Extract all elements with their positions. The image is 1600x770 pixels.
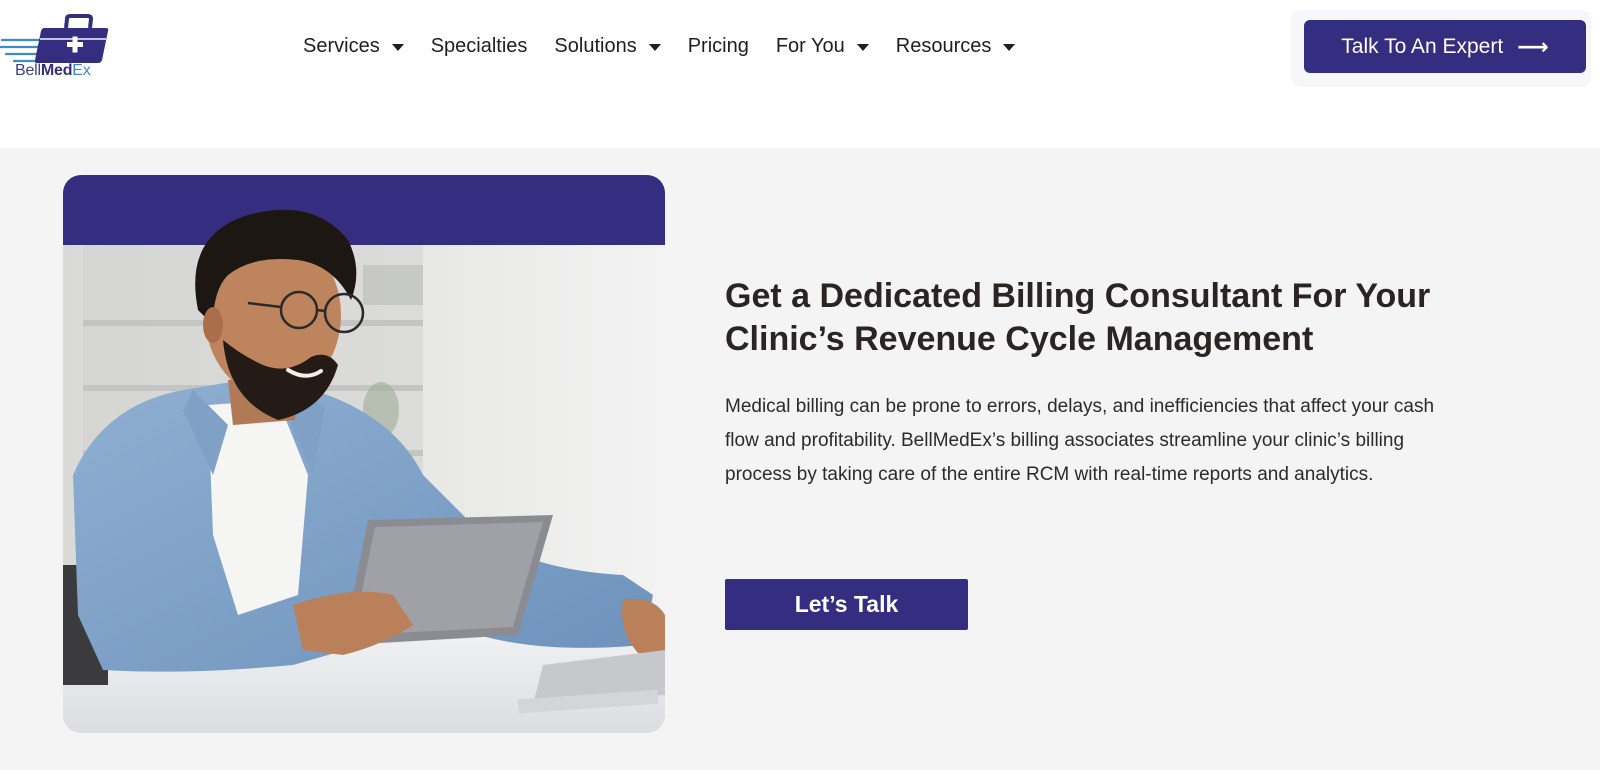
nav-item-pricing[interactable]: Pricing (688, 35, 749, 58)
hero-photo-card (63, 175, 665, 733)
nav-item-label: Solutions (554, 34, 637, 57)
nav-item-label: For You (775, 34, 845, 57)
nav-item-label: Pricing (687, 34, 749, 57)
cta-label: Talk To An Expert (1341, 34, 1504, 58)
consultant-photo (63, 209, 665, 733)
arrow-right-icon: ⟶ (1517, 33, 1549, 59)
caret-down-icon (391, 43, 404, 51)
nav-item-services[interactable]: Services (303, 35, 404, 58)
nav-item-label: Services (303, 34, 380, 57)
caret-down-icon (856, 43, 869, 51)
nav-item-for-you[interactable]: For You (776, 35, 869, 58)
nav-item-specialties[interactable]: Specialties (431, 35, 528, 58)
main-nav: Services Specialties Solutions Pricing F… (303, 30, 1042, 62)
hero-headline: Get a Dedicated Billing Consultant For Y… (725, 277, 1431, 358)
logo-text-ex: Ex (72, 62, 91, 79)
site-header: BellMedEx Services Specialties Solutions… (0, 0, 1600, 148)
hero-section: Get a Dedicated Billing Consultant For Y… (0, 148, 1600, 770)
nav-item-label: Specialties (430, 34, 528, 57)
logo-text-bell: Bell (15, 62, 41, 79)
lets-talk-button[interactable]: Let’s Talk (725, 579, 968, 630)
nav-item-solutions[interactable]: Solutions (554, 34, 661, 58)
logo-wordmark: BellMedEx (15, 62, 91, 80)
logo-text-med: Med (40, 62, 73, 79)
caret-down-icon (648, 43, 661, 51)
nav-item-label: Resources (895, 34, 992, 57)
caret-down-icon (1003, 43, 1016, 51)
talk-to-expert-button[interactable]: Talk To An Expert ⟶ (1304, 20, 1586, 73)
nav-item-resources[interactable]: Resources (896, 35, 1016, 58)
hero-description: Medical billing can be prone to errors, … (725, 396, 1435, 485)
